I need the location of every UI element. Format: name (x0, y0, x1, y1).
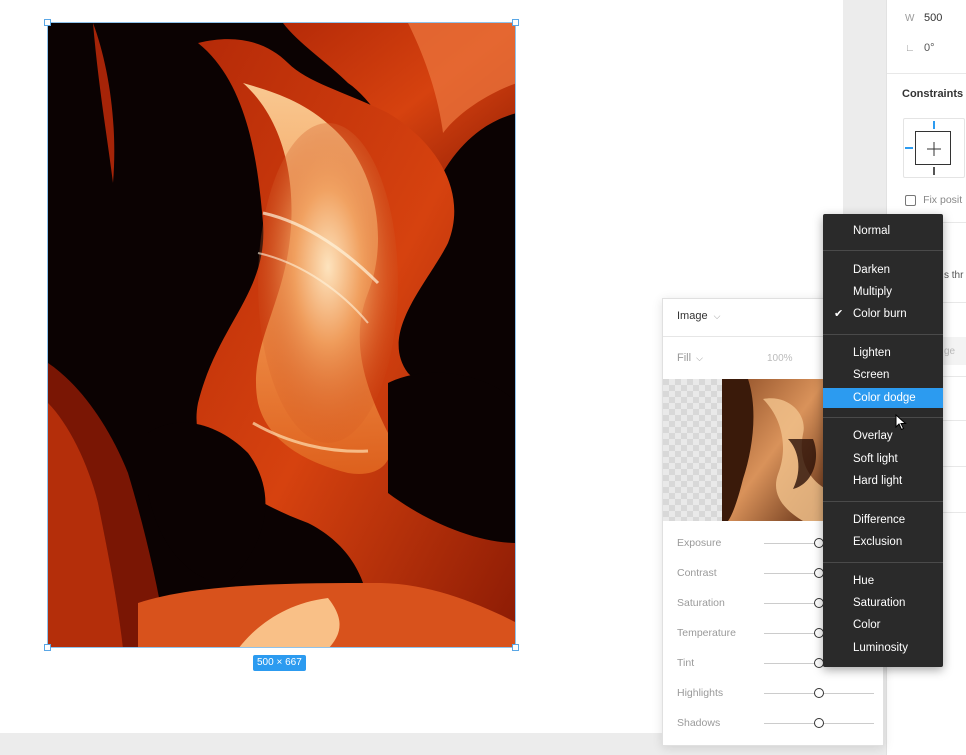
adjustment-highlights: Highlights (677, 685, 877, 701)
blend-option-screen[interactable]: Screen (823, 365, 943, 385)
selected-image-layer[interactable] (47, 22, 516, 648)
blend-option-normal[interactable]: Normal (823, 221, 943, 241)
constraints-title: Constraints (902, 88, 964, 100)
adjustment-shadows: Shadows (677, 715, 877, 731)
chevron-down-icon: ⌵ (696, 353, 703, 363)
resize-handle-top-left[interactable] (44, 19, 51, 26)
blend-mode-menu: Normal Darken Multiply ✔ Color burn Ligh… (823, 214, 943, 667)
blend-option-exclusion[interactable]: Exclusion (823, 532, 943, 552)
width-value[interactable]: 500 (924, 12, 942, 24)
fill-row-partial-text: ge (944, 346, 956, 357)
fix-position-checkbox[interactable]: Fix posit (905, 194, 962, 206)
mouse-cursor-icon (895, 413, 907, 434)
fill-mode-dropdown[interactable]: Fill ⌵ (677, 352, 703, 364)
fix-position-label: Fix posit (923, 194, 963, 206)
adjustment-label: Highlights (677, 687, 724, 699)
blend-option-hard-light[interactable]: Hard light (823, 471, 943, 491)
constraint-bottom-line[interactable] (933, 167, 935, 175)
fill-mode-label: Fill (677, 352, 692, 364)
slider-knob[interactable] (814, 688, 824, 698)
adjustment-label: Shadows (677, 717, 721, 729)
divider (887, 73, 966, 74)
adjustment-label: Exposure (677, 537, 722, 549)
adjustment-label: Tint (677, 657, 695, 669)
checkmark-icon: ✔ (834, 308, 844, 320)
width-label: W (905, 13, 915, 24)
adjustment-label: Temperature (677, 627, 736, 639)
image-type-label: Image (677, 310, 708, 322)
blend-option-hue[interactable]: Hue (823, 571, 943, 591)
checkbox-box[interactable] (905, 194, 916, 206)
blend-option-luminosity[interactable]: Luminosity (823, 638, 943, 658)
adjustment-label: Contrast (677, 567, 717, 579)
rotation-value[interactable]: 0° (924, 42, 935, 54)
menu-separator (823, 417, 943, 418)
rotation-icon: ∟ (905, 43, 915, 54)
slider-knob[interactable] (814, 718, 824, 728)
blend-option-color-dodge[interactable]: Color dodge (823, 388, 943, 408)
menu-separator (823, 501, 943, 502)
blend-option-color-burn[interactable]: ✔ Color burn (823, 304, 943, 324)
blend-option-saturation[interactable]: Saturation (823, 593, 943, 613)
blend-option-color[interactable]: Color (823, 615, 943, 635)
plus-icon (927, 142, 941, 156)
menu-separator (823, 562, 943, 563)
constraints-widget[interactable] (903, 118, 965, 178)
constraint-top-line[interactable] (933, 121, 935, 129)
constraint-left-line[interactable] (905, 147, 913, 149)
constraint-inner-box (915, 131, 951, 165)
blend-option-overlay[interactable]: Overlay (823, 426, 943, 446)
resize-handle-bottom-left[interactable] (44, 644, 51, 651)
resize-handle-bottom-right[interactable] (512, 644, 519, 651)
menu-separator (823, 334, 943, 335)
blend-option-soft-light[interactable]: Soft light (823, 449, 943, 469)
selection-size-badge: 500 × 667 (253, 655, 306, 671)
canyon-photo (48, 23, 515, 647)
layer-mode-partial-text: s thr (944, 270, 964, 281)
adjustment-label: Saturation (677, 597, 725, 609)
image-type-dropdown[interactable]: Image ⌵ (677, 310, 720, 322)
blend-option-label: Color burn (853, 308, 907, 320)
blend-option-multiply[interactable]: Multiply (823, 282, 943, 302)
blend-option-difference[interactable]: Difference (823, 510, 943, 530)
menu-separator (823, 250, 943, 251)
resize-handle-top-right[interactable] (512, 19, 519, 26)
blend-option-darken[interactable]: Darken (823, 260, 943, 280)
fill-opacity-value[interactable]: 100% (767, 353, 793, 364)
blend-option-lighten[interactable]: Lighten (823, 343, 943, 363)
chevron-down-icon: ⌵ (713, 311, 721, 321)
